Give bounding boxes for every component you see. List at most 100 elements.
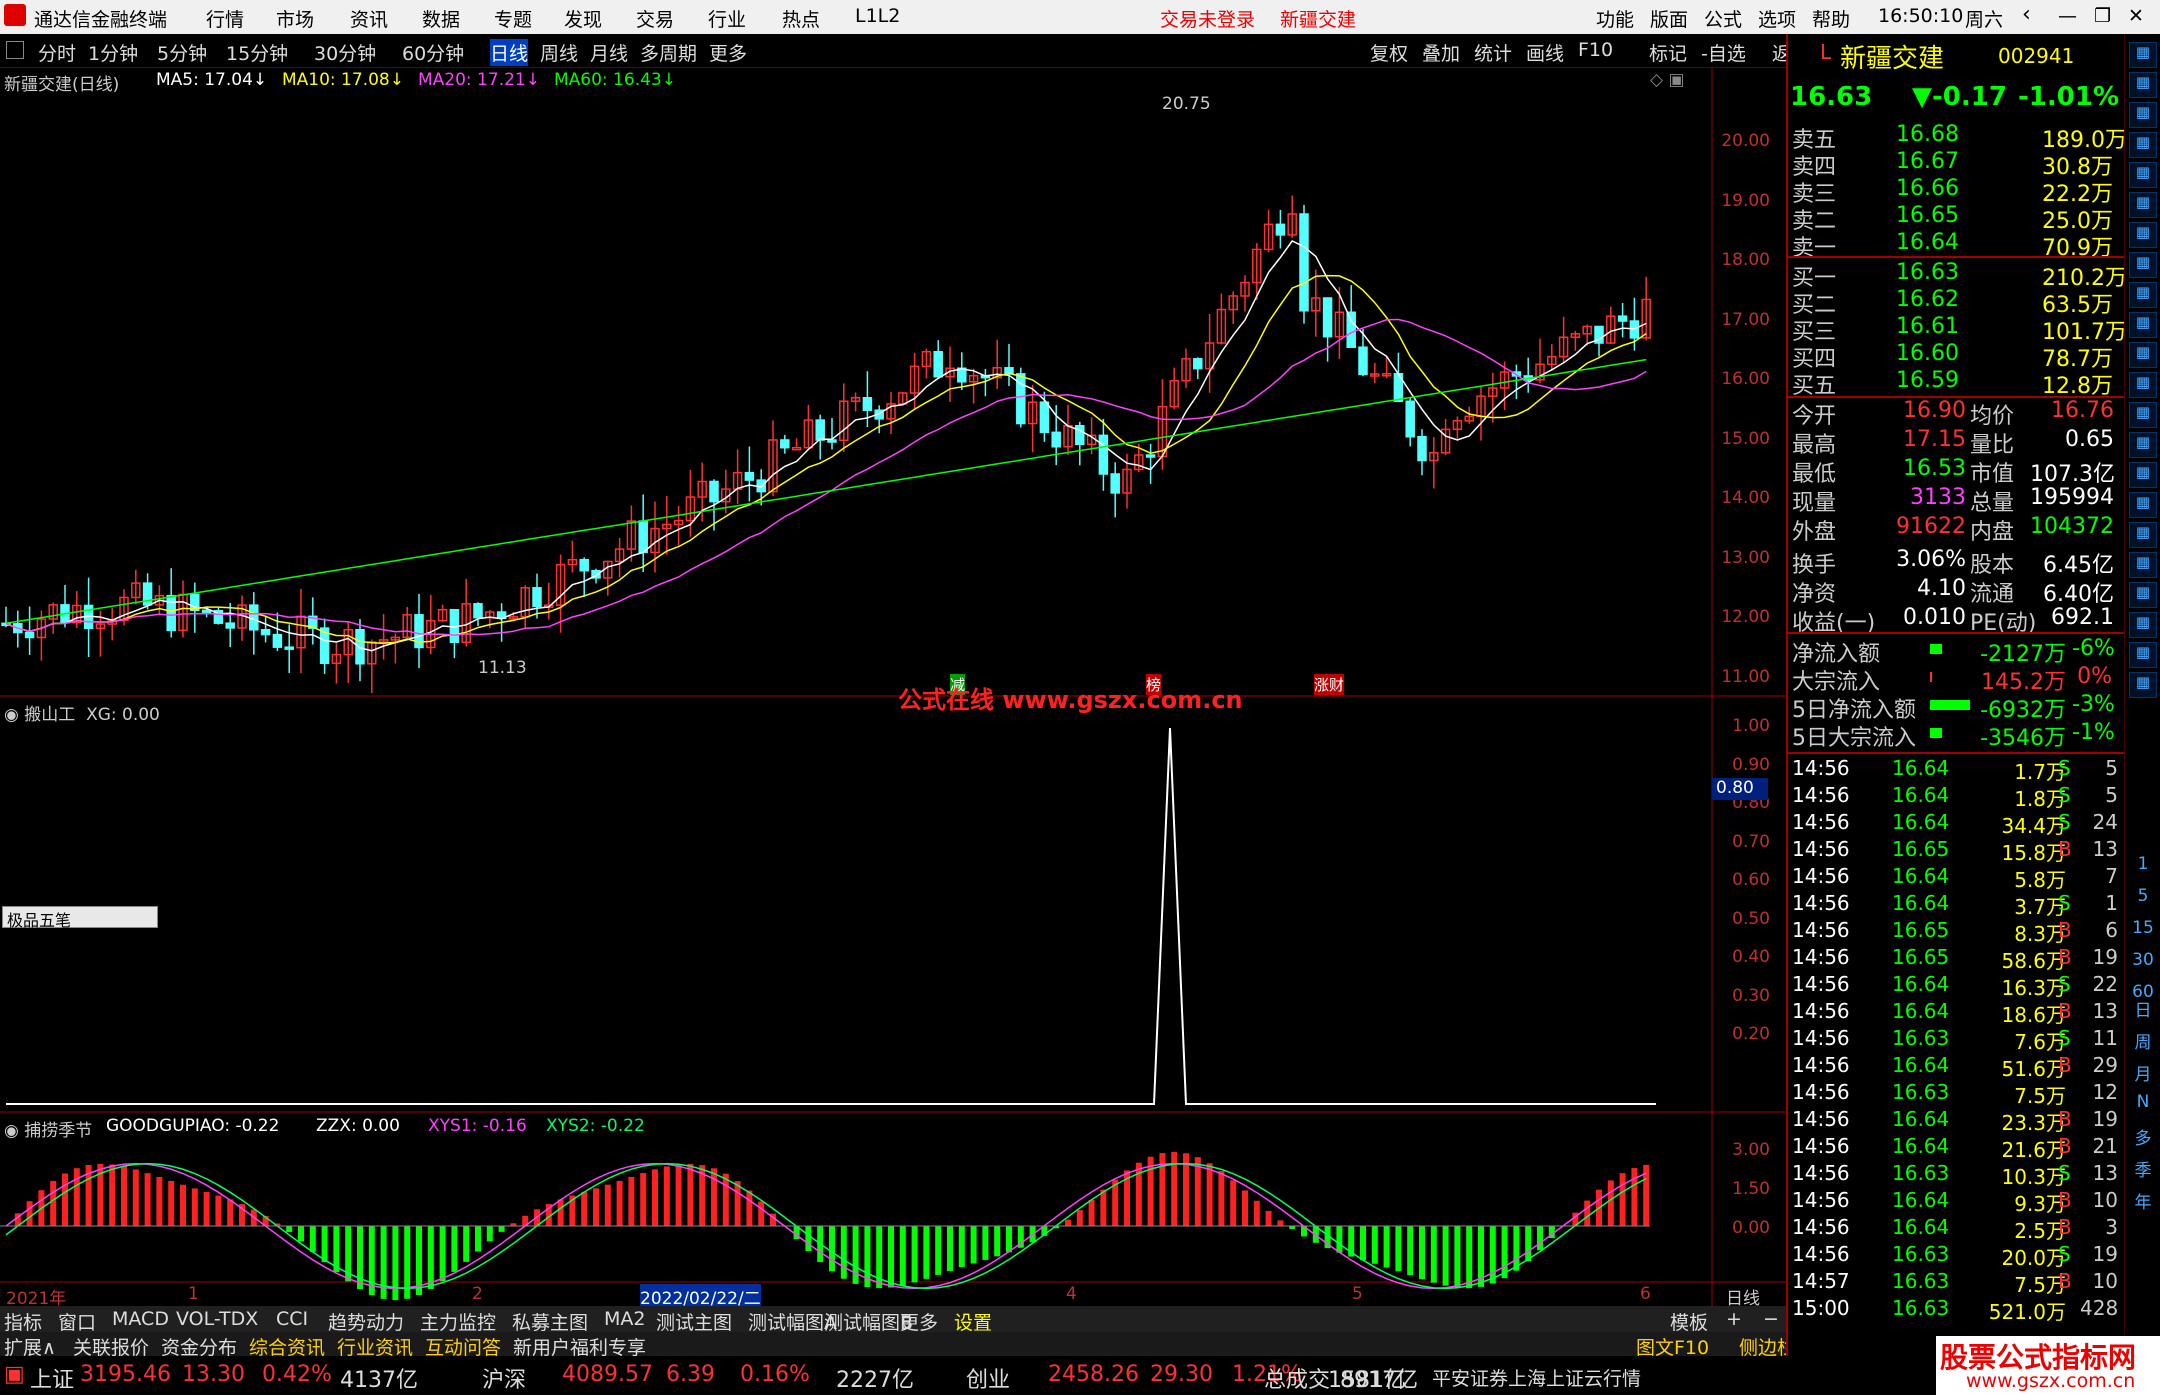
tool-button[interactable]: 叠加 xyxy=(1422,39,1460,66)
indicator-tab[interactable]: 趋势动力 xyxy=(328,1308,404,1335)
indicator-tab[interactable]: MA2 xyxy=(604,1308,645,1330)
tool-button[interactable]: F10 xyxy=(1578,39,1613,61)
news-right-tab[interactable]: 图文F10 xyxy=(1636,1333,1709,1360)
sidebar-tool-icon[interactable]: ▦ xyxy=(2129,642,2157,668)
news-tab[interactable]: 综合资讯 xyxy=(249,1333,325,1360)
sidebar-tool-icon[interactable]: ▦ xyxy=(2129,672,2157,698)
restore-icon[interactable]: ❐ xyxy=(2094,5,2111,27)
tool-button[interactable]: 复权 xyxy=(1370,39,1408,66)
sidebar-tool-icon[interactable]: ▦ xyxy=(2129,582,2157,608)
sidebar-tool-icon[interactable]: ▦ xyxy=(2129,132,2157,158)
sidebar-tool-icon[interactable]: ▦ xyxy=(2129,252,2157,278)
tool-button[interactable]: 统计 xyxy=(1474,39,1512,66)
chart-settings-icon[interactable]: ◇ ▣ xyxy=(1650,70,1685,90)
sidebar-tool-icon[interactable]: ▦ xyxy=(2129,102,2157,128)
sidebar-tool-icon[interactable]: ▦ xyxy=(2129,222,2157,248)
tool-button[interactable]: 画线 xyxy=(1526,39,1564,66)
index-name[interactable]: 沪深 xyxy=(482,1362,526,1394)
menu-right-item[interactable]: 版面 xyxy=(1650,5,1688,32)
sidebar-period[interactable]: 15 xyxy=(2125,918,2160,938)
menu-item[interactable]: 数据 xyxy=(422,5,460,32)
indicator-tab[interactable]: 指标 xyxy=(4,1308,42,1335)
index-name[interactable]: 上证 xyxy=(30,1362,74,1394)
sidebar-period[interactable]: 5 xyxy=(2125,886,2160,906)
sidebar-tool-icon[interactable]: ▦ xyxy=(2129,312,2157,338)
blj-collapse-icon[interactable]: ◉ xyxy=(4,1121,24,1141)
ime-toolbar[interactable]: 极品五笔 xyxy=(2,906,158,930)
period-tab[interactable]: 周线 xyxy=(540,39,578,66)
period-tab[interactable]: 1分钟 xyxy=(88,39,138,66)
sidebar-tool-icon[interactable]: ▦ xyxy=(2129,402,2157,428)
period-tab[interactable]: 30分钟 xyxy=(314,39,376,66)
menu-item[interactable]: 行业 xyxy=(708,5,746,32)
event-marker[interactable]: 涨财 xyxy=(1314,674,1345,695)
news-tab[interactable]: 互动问答 xyxy=(425,1333,501,1360)
sidebar-tool-icon[interactable]: ▦ xyxy=(2129,432,2157,458)
indicator-tab[interactable]: 设置 xyxy=(954,1308,992,1335)
sidebar-tool-icon[interactable]: ▦ xyxy=(2129,72,2157,98)
sidebar-period[interactable]: 1 xyxy=(2125,854,2160,874)
menu-right-item[interactable]: 功能 xyxy=(1596,5,1634,32)
menu-item[interactable]: 资讯 xyxy=(350,5,388,32)
indicator-tab[interactable]: VOL-TDX xyxy=(176,1308,258,1330)
menu-item[interactable]: 热点 xyxy=(782,5,820,32)
sidebar-period[interactable]: 周 xyxy=(2125,1028,2160,1053)
sidebar-tool-icon[interactable]: ▦ xyxy=(2129,552,2157,578)
news-tab[interactable]: 扩展∧ xyxy=(4,1333,56,1360)
sidebar-tool-icon[interactable]: ▦ xyxy=(2129,282,2157,308)
indicator-tab[interactable]: CCI xyxy=(276,1308,308,1330)
indicator-tab-control[interactable]: − xyxy=(1763,1308,1779,1330)
index-name[interactable]: 创业 xyxy=(966,1362,1010,1394)
news-tab[interactable]: 新用户福利专享 xyxy=(513,1333,646,1360)
news-tab[interactable]: 资金分布 xyxy=(161,1333,237,1360)
sidebar-period[interactable]: N xyxy=(2125,1092,2160,1112)
indicator-tab-control[interactable]: 模板 xyxy=(1670,1308,1708,1335)
login-status[interactable]: 交易未登录 xyxy=(1160,5,1255,32)
sidebar-tool-icon[interactable]: ▦ xyxy=(2129,342,2157,368)
period-tab[interactable]: 60分钟 xyxy=(402,39,464,66)
sidebar-period[interactable]: 30 xyxy=(2125,950,2160,970)
sidebar-period[interactable]: 季 xyxy=(2125,1156,2160,1181)
back-icon[interactable]: ‹ xyxy=(2022,2,2031,27)
sidebar-tool-icon[interactable]: ▦ xyxy=(2129,522,2157,548)
sidebar-tool-icon[interactable]: ▦ xyxy=(2129,462,2157,488)
menu-right-item[interactable]: 选项 xyxy=(1758,5,1796,32)
period-tab[interactable]: 更多 xyxy=(709,39,747,66)
indicator-tab[interactable]: 更多 xyxy=(900,1308,938,1335)
sidebar-tool-icon[interactable]: ▦ xyxy=(2129,612,2157,638)
stock-tab[interactable]: 新疆交建 xyxy=(1280,5,1356,32)
indicator-tab[interactable]: 测试主图 xyxy=(656,1308,732,1335)
period-tab[interactable]: 15分钟 xyxy=(226,39,288,66)
xg-collapse-icon[interactable]: ◉ xyxy=(4,705,24,725)
menu-right-item[interactable]: 公式 xyxy=(1704,5,1742,32)
sidebar-period[interactable]: 日 xyxy=(2125,996,2160,1021)
period-tab[interactable]: 分时 xyxy=(38,39,76,66)
sidebar-period[interactable]: 年 xyxy=(2125,1188,2160,1213)
sidebar-period[interactable]: 多 xyxy=(2125,1124,2160,1149)
sidebar-tool-icon[interactable]: ▦ xyxy=(2129,372,2157,398)
close-icon[interactable]: ✕ xyxy=(2128,5,2144,27)
period-tab[interactable]: 月线 xyxy=(590,39,628,66)
period-tab[interactable]: 日线 xyxy=(490,39,529,66)
sidebar-period[interactable]: 月 xyxy=(2125,1060,2160,1085)
news-tab[interactable]: 关联报价 xyxy=(73,1333,149,1360)
period-tab[interactable]: 5分钟 xyxy=(157,39,207,66)
indicator-tab[interactable]: 主力监控 xyxy=(420,1308,496,1335)
menu-item[interactable]: 行情 xyxy=(206,5,244,32)
menu-item[interactable]: 交易 xyxy=(636,5,674,32)
tool-button[interactable]: 标记 xyxy=(1649,39,1687,66)
period-tab[interactable]: 多周期 xyxy=(640,39,697,66)
tool-button[interactable]: -自选 xyxy=(1701,39,1746,66)
menu-item[interactable]: L1L2 xyxy=(855,5,900,27)
sidebar-tool-icon[interactable]: ▦ xyxy=(2129,42,2157,68)
minimize-icon[interactable]: — xyxy=(2058,5,2077,27)
indicator-tab[interactable]: 窗口 xyxy=(58,1308,96,1335)
menu-item[interactable]: 专题 xyxy=(494,5,532,32)
indicator-tab[interactable]: 私募主图 xyxy=(512,1308,588,1335)
sidebar-tool-icon[interactable]: ▦ xyxy=(2129,192,2157,218)
menu-right-item[interactable]: 帮助 xyxy=(1812,5,1850,32)
news-tab[interactable]: 行业资讯 xyxy=(337,1333,413,1360)
menu-item[interactable]: 市场 xyxy=(276,5,314,32)
sidebar-tool-icon[interactable]: ▦ xyxy=(2129,492,2157,518)
menu-item[interactable]: 发现 xyxy=(564,5,602,32)
